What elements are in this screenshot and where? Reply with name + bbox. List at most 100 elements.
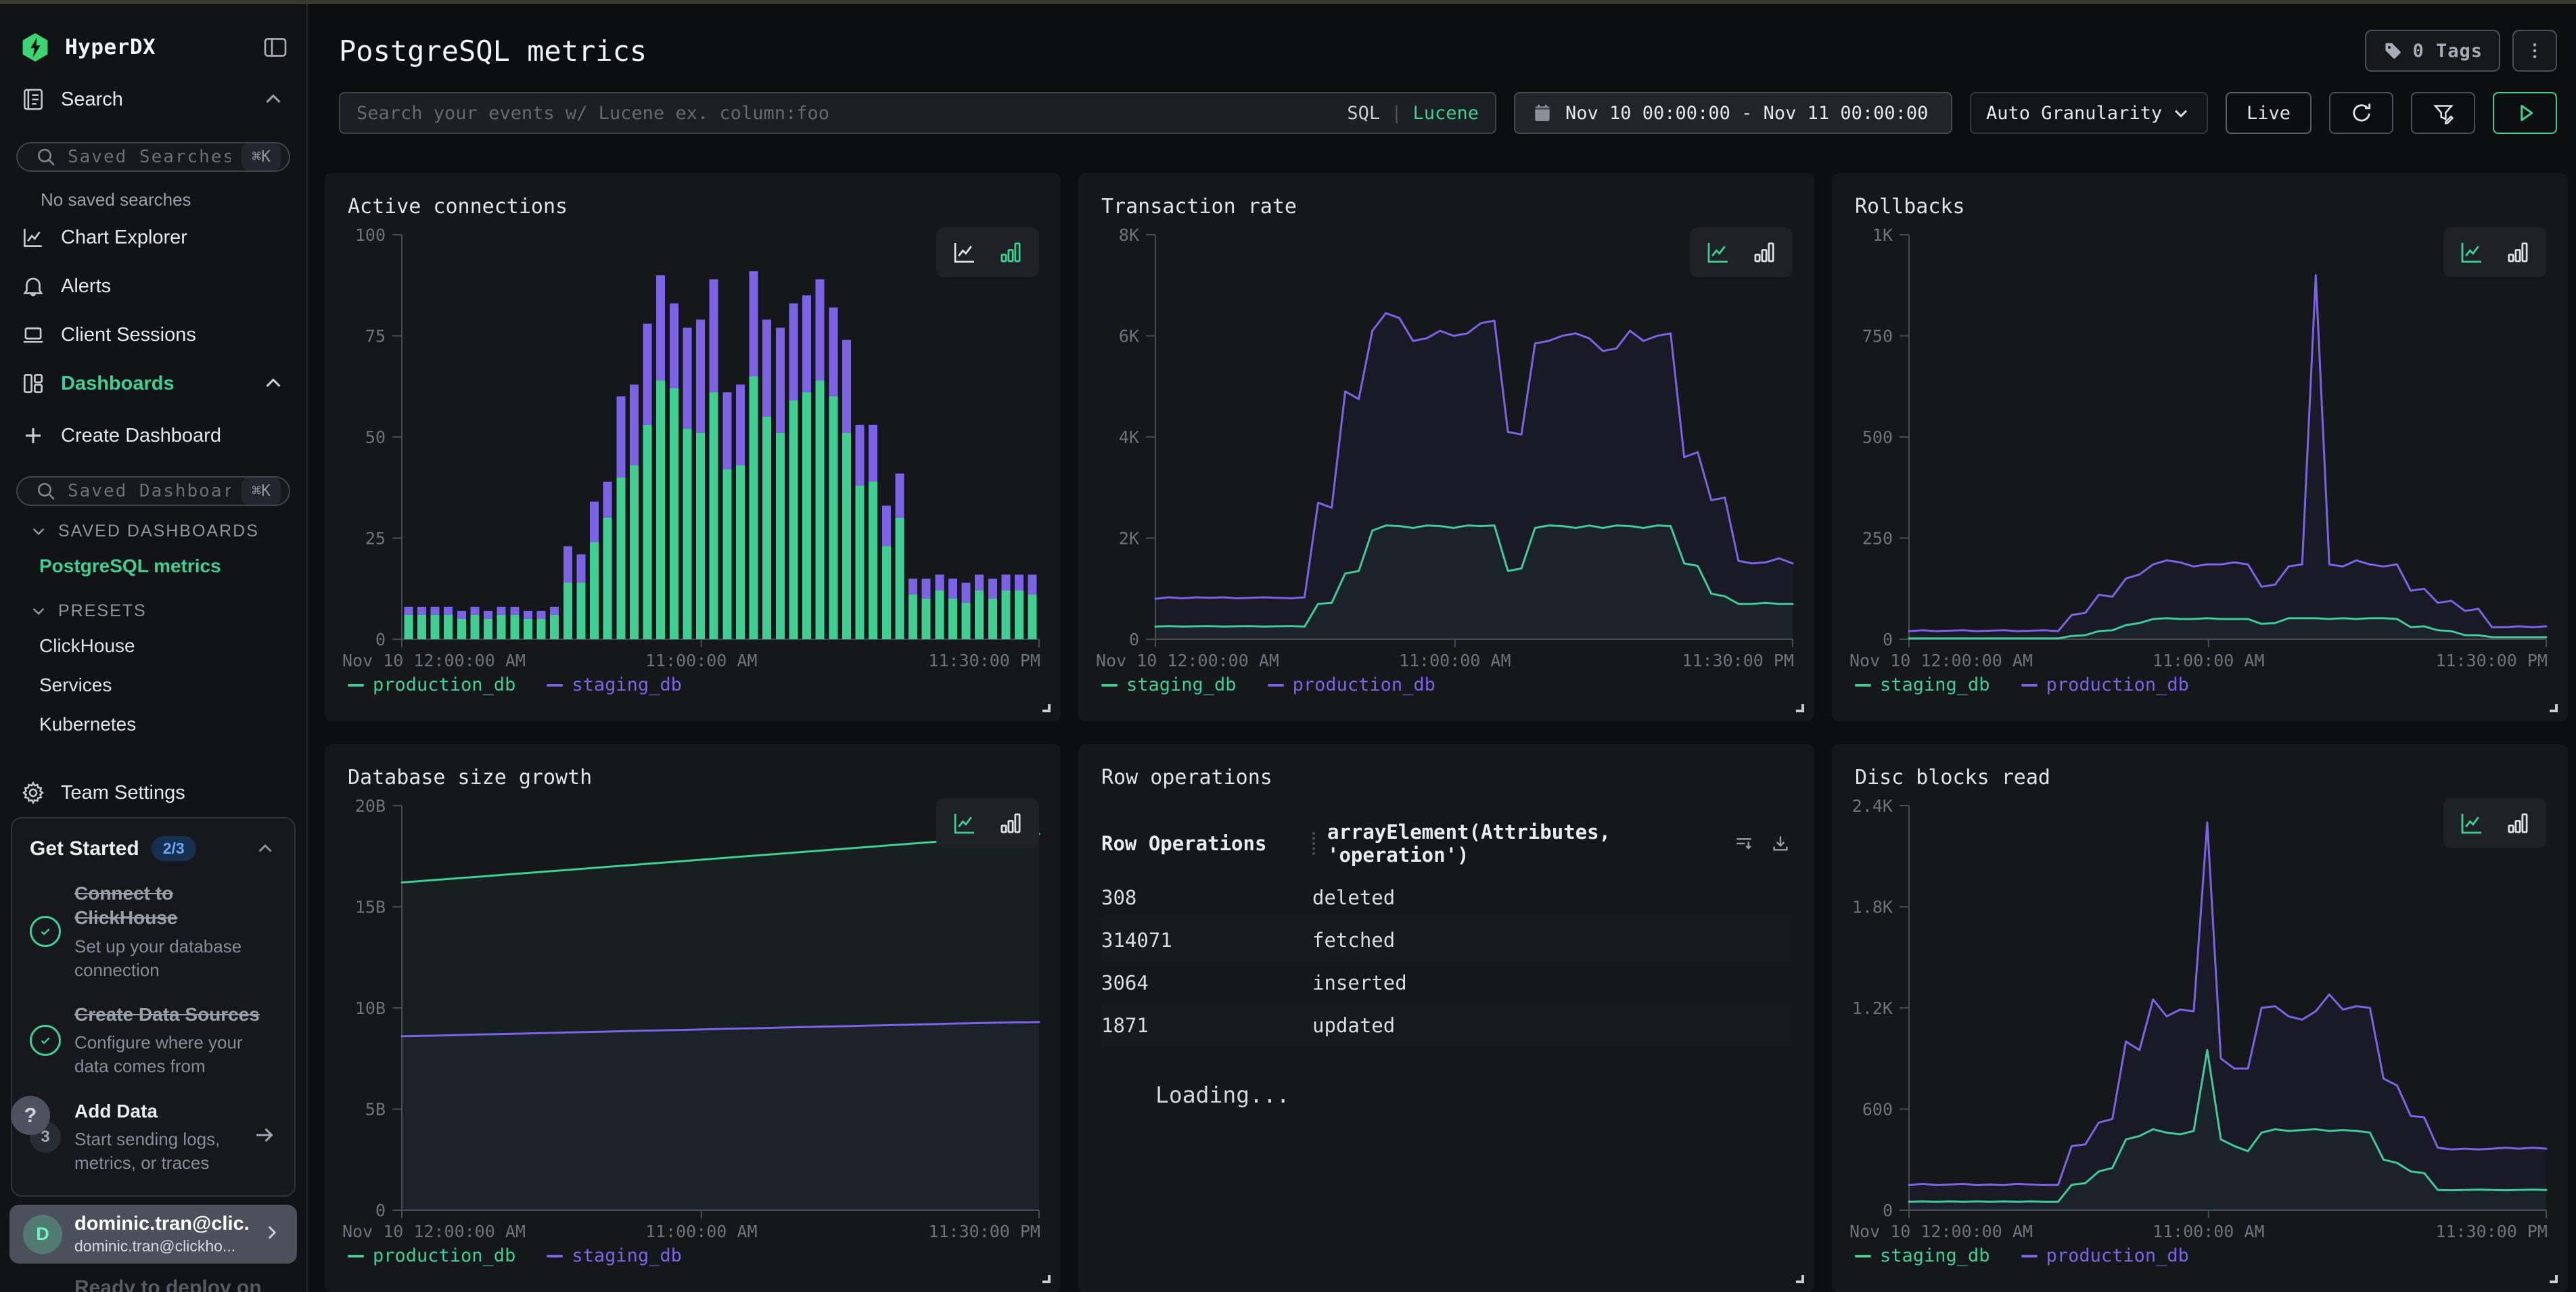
legend-item[interactable]: staging_db [1101,674,1237,695]
column-header-operation[interactable]: arrayElement(Attributes, 'operation') [1327,821,1733,867]
saved-searches-search[interactable]: ⌘K [16,142,290,172]
chart-type-toggle[interactable] [2443,798,2546,848]
granularity-select[interactable]: Auto Granularity [1970,92,2208,134]
sidebar-item-client-sessions[interactable]: Client Sessions [0,310,306,359]
saved-dashboards-input[interactable] [68,481,231,501]
legend-item[interactable]: staging_db [547,1245,682,1266]
svg-text:6K: 6K [1119,327,1139,346]
legend-item[interactable]: production_db [348,674,515,695]
search-input[interactable] [356,103,1333,124]
panel-active-connections: Active connections 0255075100Nov 10 12:0… [325,173,1061,721]
presets-group-header[interactable]: PRESETS [0,586,306,626]
table-row[interactable]: 308deleted [1101,876,1791,919]
download-icon[interactable] [1770,833,1791,854]
line-chart-icon[interactable] [2457,238,2487,267]
svg-text:100: 100 [355,225,386,245]
gear-icon [20,780,46,806]
chart-explorer-label: Chart Explorer [61,227,187,249]
line-chart-icon[interactable] [2457,809,2487,837]
play-icon [2513,101,2537,125]
svg-text:600: 600 [1862,1100,1893,1120]
saved-dashboards-group-header[interactable]: SAVED DASHBOARDS [0,506,306,547]
svg-text:1K: 1K [1872,225,1893,245]
lucene-mode-toggle[interactable]: Lucene [1412,103,1479,124]
chevron-right-icon [260,1221,283,1247]
sidebar-item-services[interactable]: Services [0,666,306,705]
chart-type-toggle[interactable] [2443,227,2546,277]
sidebar-item-clickhouse[interactable]: ClickHouse [0,626,306,666]
bar-chart-icon[interactable] [2503,238,2533,267]
sidebar-item-team-settings[interactable]: Team Settings [0,768,306,817]
refresh-button[interactable] [2329,92,2393,134]
legend-dash-icon [348,684,364,687]
resize-handle[interactable] [2550,704,2558,712]
legend-item[interactable]: staging_db [1855,674,1990,695]
filter-button[interactable] [2411,92,2475,134]
sidebar-item-dashboards[interactable]: Dashboards [0,359,306,408]
chart-type-toggle[interactable] [936,227,1039,277]
legend-item[interactable]: production_db [2021,674,2189,695]
svg-text:15B: 15B [355,898,386,917]
resize-handle[interactable] [1042,1275,1051,1283]
sidebar-item-postgresql-metrics[interactable]: PostgreSQL metrics [0,547,306,586]
sidebar-section-search[interactable]: Search [0,64,306,126]
date-range-picker[interactable]: Nov 10 00:00:00 - Nov 11 00:00:00 [1514,92,1952,134]
bar-chart-icon[interactable] [996,809,1026,837]
get-started-step-add-data[interactable]: 3 Add Data Start sending logs, metrics, … [30,1099,277,1176]
live-button[interactable]: Live [2226,92,2312,134]
bar-chart-icon[interactable] [2503,809,2533,837]
user-menu[interactable]: D dominic.tran@clic... dominic.tran@clic… [9,1205,297,1264]
saved-dashboards-search[interactable]: ⌘K [16,476,290,506]
legend-item[interactable]: production_db [2021,1245,2189,1266]
sidebar-item-kubernetes[interactable]: Kubernetes [0,705,306,744]
table-row[interactable]: 1871updated [1101,1004,1791,1046]
line-chart-icon[interactable] [1703,238,1733,267]
legend-item[interactable]: production_db [348,1245,515,1266]
sidebar-collapse-icon[interactable] [262,34,289,61]
chart: 02K4K6K8KNov 10 12:00:00 AM11:00:00 AM11… [1096,225,1797,672]
legend-item[interactable]: staging_db [1855,1245,1990,1266]
chart-type-toggle[interactable] [1690,227,1793,277]
run-query-button[interactable] [2493,92,2557,134]
resize-handle[interactable] [1796,1275,1804,1283]
dashboard-menu-button[interactable] [2512,30,2557,72]
clickhouse-cloud-promo: Ready to deploy on ClickHouse Cloud? [74,1273,306,1292]
table-row[interactable]: 3064inserted [1101,961,1791,1004]
svg-text:11:00:00 AM: 11:00:00 AM [2153,651,2265,670]
sql-mode-toggle[interactable]: SQL [1347,103,1380,124]
resize-handle[interactable] [2550,1275,2558,1283]
sidebar-item-chart-explorer[interactable]: Chart Explorer [0,213,306,262]
tags-button[interactable]: 0 Tags [2365,30,2500,72]
help-button[interactable]: ? [11,1096,50,1135]
get-started-step-sources[interactable]: Create Data Sources Configure where your… [30,1002,277,1079]
svg-text:Nov 10 12:00:00 AM: Nov 10 12:00:00 AM [1096,651,1279,670]
get-started-header[interactable]: Get Started 2/3 [30,836,277,861]
get-started-step-connect[interactable]: Connect to ClickHouse Set up your databa… [30,881,277,982]
chart-type-toggle[interactable] [936,798,1039,848]
legend-item[interactable]: production_db [1268,674,1435,695]
resize-handle[interactable] [1796,704,1804,712]
bar-chart-icon[interactable] [996,238,1026,267]
resize-handle[interactable] [1042,704,1051,712]
panel-title: Disc blocks read [1855,766,2550,789]
column-header-row-operations[interactable]: Row Operations [1101,832,1312,855]
legend-dash-icon [348,1255,364,1258]
team-settings-label: Team Settings [61,782,185,804]
line-chart-icon[interactable] [950,238,980,267]
sort-icon[interactable] [1733,833,1755,854]
table-header: Row Operations arrayElement(Attributes, … [1101,821,1791,867]
svg-text:0: 0 [1883,1201,1893,1220]
table-row[interactable]: 314071fetched [1101,919,1791,961]
bar-chart-icon[interactable] [1749,238,1779,267]
column-resize-handle[interactable] [1312,832,1315,855]
legend-dash-icon [2021,684,2038,687]
legend-dash-icon [1268,684,1284,687]
line-chart-icon[interactable] [950,809,980,837]
legend-item[interactable]: staging_db [547,674,682,695]
sidebar-item-alerts[interactable]: Alerts [0,262,306,310]
dashboard-header: PostgreSQL metrics 0 Tags [308,4,2576,72]
create-dashboard-button[interactable]: Create Dashboard [0,408,306,460]
svg-text:11:30:00 PM: 11:30:00 PM [2435,1222,2548,1241]
saved-searches-input[interactable] [68,147,231,167]
svg-text:1.8K: 1.8K [1852,898,1893,917]
